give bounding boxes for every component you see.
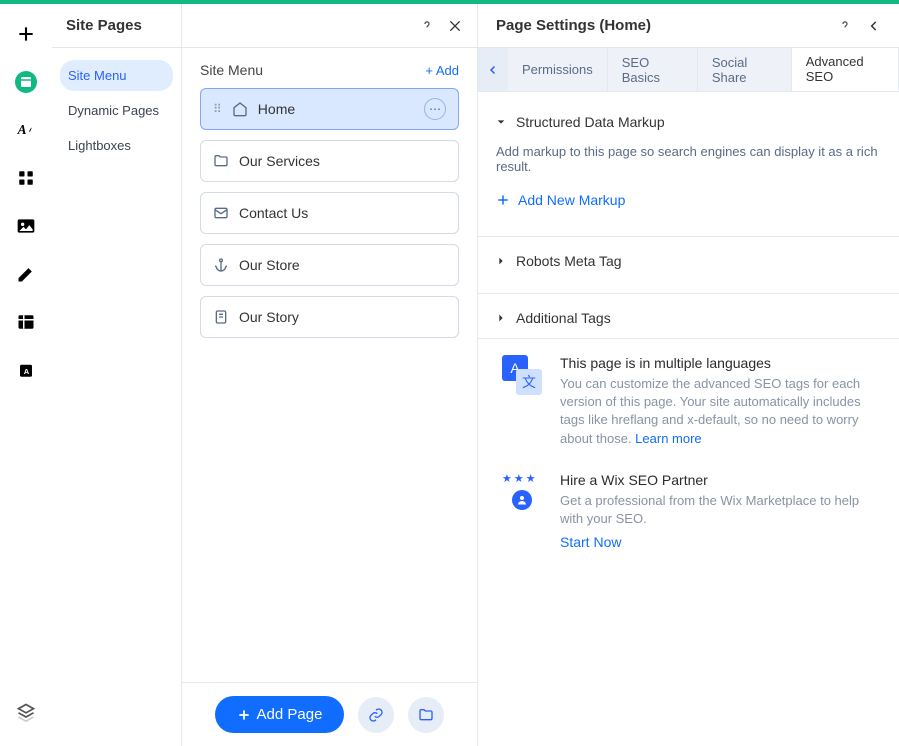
page-item-label: Our Services <box>239 153 320 169</box>
chevron-left-icon[interactable] <box>867 19 881 33</box>
seo-partner-description: Get a professional from the Wix Marketpl… <box>560 492 875 528</box>
tabs-row: Permissions SEO Basics Social Share Adva… <box>478 48 899 92</box>
nav-item-lightboxes[interactable]: Lightboxes <box>60 130 173 161</box>
accordion-title: Robots Meta Tag <box>516 253 622 269</box>
page-item-our-story[interactable]: Our Story <box>200 296 459 338</box>
page-item-our-services[interactable]: Our Services <box>200 140 459 182</box>
site-pages-panel: Site Pages Site Menu Dynamic Pages Light… <box>52 4 182 746</box>
accordion-robots-meta[interactable]: Robots Meta Tag <box>496 249 881 273</box>
page-item-home[interactable]: ⠿ Home ⋯ <box>200 88 459 130</box>
anchor-icon <box>213 257 229 273</box>
help-icon[interactable] <box>837 18 853 34</box>
page-item-our-store[interactable]: Our Store <box>200 244 459 286</box>
add-page-button[interactable]: Add Page <box>215 696 345 733</box>
accordion-title: Structured Data Markup <box>516 114 665 130</box>
mail-icon <box>213 205 229 221</box>
layers-icon[interactable] <box>12 698 40 726</box>
nav-item-site-menu[interactable]: Site Menu <box>60 60 173 91</box>
nav-item-dynamic-pages[interactable]: Dynamic Pages <box>60 95 173 126</box>
start-now-link[interactable]: Start Now <box>560 534 875 550</box>
help-icon[interactable] <box>419 18 435 34</box>
add-menu-item-link[interactable]: + Add <box>425 63 459 78</box>
chevron-right-icon <box>496 313 506 323</box>
drag-handle-icon[interactable]: ⠿ <box>213 107 222 111</box>
accordion-additional-tags[interactable]: Additional Tags <box>496 306 881 330</box>
structured-data-description: Add markup to this page so search engine… <box>496 144 881 174</box>
pages-icon[interactable] <box>12 68 40 96</box>
seo-partner-icon: ★★★ <box>502 472 542 512</box>
tab-social-share[interactable]: Social Share <box>698 48 792 91</box>
data-icon[interactable] <box>12 308 40 336</box>
accordion-title: Additional Tags <box>516 310 611 326</box>
close-icon[interactable] <box>447 18 463 34</box>
seo-partner-title: Hire a Wix SEO Partner <box>560 472 875 488</box>
tab-advanced-seo[interactable]: Advanced SEO <box>792 48 899 91</box>
left-rail: A A <box>0 4 52 746</box>
accordion-structured-data[interactable]: Structured Data Markup <box>496 110 881 134</box>
media-icon[interactable] <box>12 212 40 240</box>
add-page-button-label: Add Page <box>257 706 323 723</box>
chevron-right-icon <box>496 256 506 266</box>
tab-permissions[interactable]: Permissions <box>508 48 608 91</box>
learn-more-link[interactable]: Learn more <box>635 431 701 446</box>
page-settings-panel: Page Settings (Home) Permissions SEO Bas… <box>478 4 899 746</box>
page-settings-title: Page Settings (Home) <box>496 17 651 34</box>
page-actions-button[interactable]: ⋯ <box>424 98 446 120</box>
tabs-scroll-left-button[interactable] <box>478 48 508 91</box>
svg-text:A: A <box>24 367 30 376</box>
folder-icon <box>213 153 229 169</box>
page-item-label: Contact Us <box>239 205 308 221</box>
design-icon[interactable]: A <box>12 116 40 144</box>
page-item-label: Our Store <box>239 257 300 273</box>
page-item-label: Home <box>258 101 295 117</box>
seo-partner-card: ★★★ Hire a Wix SEO Partner Get a profess… <box>478 456 899 558</box>
page-link-button[interactable] <box>358 697 394 733</box>
page-item-label: Our Story <box>239 309 299 325</box>
plus-icon <box>496 193 510 207</box>
page-item-contact-us[interactable]: Contact Us <box>200 192 459 234</box>
site-menu-title: Site Menu <box>200 62 263 78</box>
multilang-icon: A文 <box>502 355 542 395</box>
svg-text:A: A <box>17 122 27 137</box>
tab-seo-basics[interactable]: SEO Basics <box>608 48 698 91</box>
chevron-down-icon <box>496 117 506 127</box>
store-icon[interactable]: A <box>12 356 40 384</box>
page-icon <box>213 309 229 325</box>
multilang-title: This page is in multiple languages <box>560 355 875 371</box>
plus-icon[interactable] <box>12 20 40 48</box>
site-pages-title: Site Pages <box>52 4 181 48</box>
multilang-card: A文 This page is in multiple languages Yo… <box>478 338 899 456</box>
page-folder-button[interactable] <box>408 697 444 733</box>
apps-icon[interactable] <box>12 164 40 192</box>
site-menu-panel: Site Menu + Add ⠿ Home ⋯ Our Services <box>182 4 478 746</box>
multilang-description: You can customize the advanced SEO tags … <box>560 376 861 446</box>
add-markup-label: Add New Markup <box>518 192 625 208</box>
add-markup-link[interactable]: Add New Markup <box>496 192 881 208</box>
home-icon <box>232 101 248 117</box>
blog-icon[interactable] <box>12 260 40 288</box>
